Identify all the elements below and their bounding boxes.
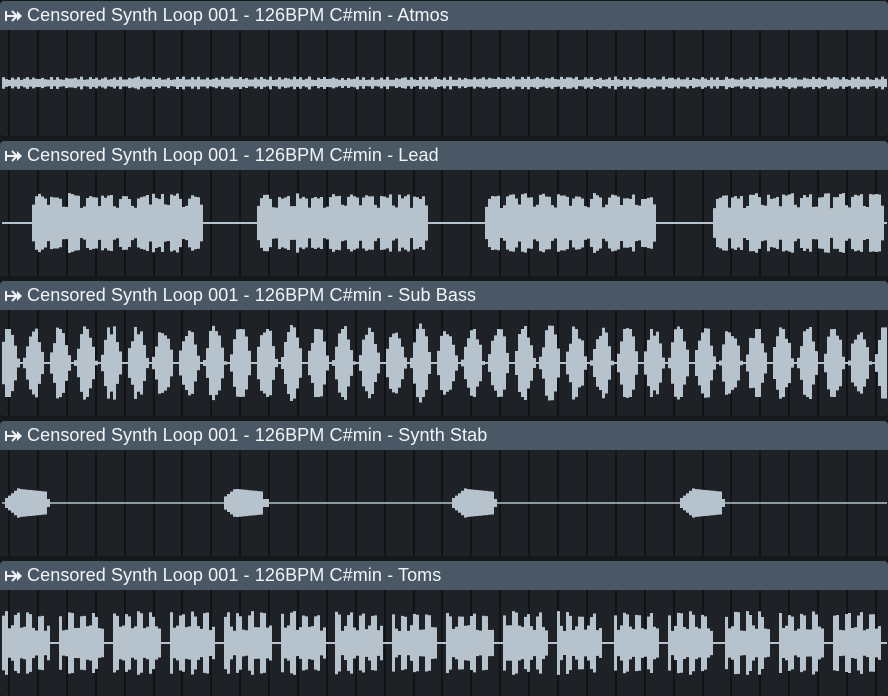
waveform-area [0, 590, 888, 696]
clip-header[interactable]: Censored Synth Loop 001 - 126BPM C#min -… [0, 281, 888, 310]
audio-clip-synth-stab[interactable]: Censored Synth Loop 001 - 126BPM C#min -… [0, 421, 888, 556]
clip-title: Censored Synth Loop 001 - 126BPM C#min -… [27, 285, 477, 305]
waveform-area [0, 450, 888, 556]
audio-loop-icon [3, 281, 25, 310]
clip-title: Censored Synth Loop 001 - 126BPM C#min -… [27, 565, 442, 585]
clip-header[interactable]: Censored Synth Loop 001 - 126BPM C#min -… [0, 561, 888, 590]
clip-title: Censored Synth Loop 001 - 126BPM C#min -… [27, 425, 488, 445]
waveform-area [0, 30, 888, 136]
audio-clip-lead[interactable]: Censored Synth Loop 001 - 126BPM C#min -… [0, 141, 888, 276]
clip-title: Censored Synth Loop 001 - 126BPM C#min -… [27, 5, 449, 25]
clip-title: Censored Synth Loop 001 - 126BPM C#min -… [27, 145, 439, 165]
audio-loop-icon [3, 141, 25, 170]
waveform-area [0, 310, 888, 416]
audio-loop-icon [3, 1, 25, 30]
audio-clip-sub-bass[interactable]: Censored Synth Loop 001 - 126BPM C#min -… [0, 281, 888, 416]
clip-header[interactable]: Censored Synth Loop 001 - 126BPM C#min -… [0, 141, 888, 170]
clip-header[interactable]: Censored Synth Loop 001 - 126BPM C#min -… [0, 1, 888, 30]
audio-clip-toms[interactable]: Censored Synth Loop 001 - 126BPM C#min -… [0, 561, 888, 696]
audio-clip-atmos[interactable]: Censored Synth Loop 001 - 126BPM C#min -… [0, 1, 888, 136]
audio-loop-icon [3, 561, 25, 590]
waveform-area [0, 170, 888, 276]
audio-loop-icon [3, 421, 25, 450]
clip-header[interactable]: Censored Synth Loop 001 - 126BPM C#min -… [0, 421, 888, 450]
